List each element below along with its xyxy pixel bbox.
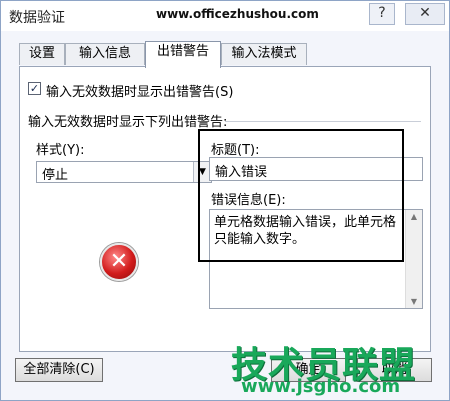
group-label: 输入无效数据时显示下列出错警告: <box>28 115 228 130</box>
close-button[interactable]: ✕ <box>405 3 445 25</box>
tab-settings[interactable]: 设置 <box>19 43 65 65</box>
show-error-label: 输入无效数据时显示出错警告(S) <box>46 85 234 100</box>
error-message-value: 单元格数据输入错误，此单元格只能输入数字。 <box>214 215 397 247</box>
error-title-value: 输入错误 <box>215 165 268 180</box>
show-error-checkbox[interactable]: ✓ <box>28 82 41 95</box>
data-validation-dialog: 数据验证 www.officezhushou.com ? ✕ 设置 输入信息 出… <box>0 0 450 401</box>
title-bar: 数据验证 www.officezhushou.com ? ✕ <box>1 1 449 31</box>
tab-ime-mode[interactable]: 输入法模式 <box>221 43 307 65</box>
close-icon: ✕ <box>419 5 431 21</box>
style-value: 停止 <box>42 168 69 183</box>
site-watermark: www.officezhushou.com <box>156 7 319 21</box>
clear-all-button[interactable]: 全部清除(C) <box>15 358 103 382</box>
brand-watermark-url: www.jsgho.com <box>241 376 401 397</box>
dialog-title: 数据验证 <box>9 10 65 26</box>
style-label: 样式(Y): <box>36 143 85 158</box>
scroll-down-icon[interactable]: ▼ <box>406 297 422 306</box>
tab-input-message[interactable]: 输入信息 <box>65 43 145 65</box>
style-select[interactable]: 停止 ▼ <box>36 161 212 183</box>
error-title-label: 标题(T): <box>211 143 260 158</box>
error-title-input[interactable]: 输入错误 <box>209 157 423 181</box>
x-icon: ✕ <box>109 249 129 274</box>
message-scrollbar[interactable]: ▲ ▼ <box>405 210 422 308</box>
error-message-label: 错误信息(E): <box>211 193 286 208</box>
tab-strip: 设置 输入信息 出错警告 输入法模式 <box>19 41 439 68</box>
tab-error-alert[interactable]: 出错警告 <box>145 41 221 68</box>
group-divider <box>225 121 421 122</box>
help-button[interactable]: ? <box>369 3 395 25</box>
scroll-up-icon[interactable]: ▲ <box>406 212 422 221</box>
stop-error-icon: ✕ <box>100 243 138 281</box>
error-message-textarea[interactable]: 单元格数据输入错误，此单元格只能输入数字。 ▲ ▼ <box>209 209 423 309</box>
